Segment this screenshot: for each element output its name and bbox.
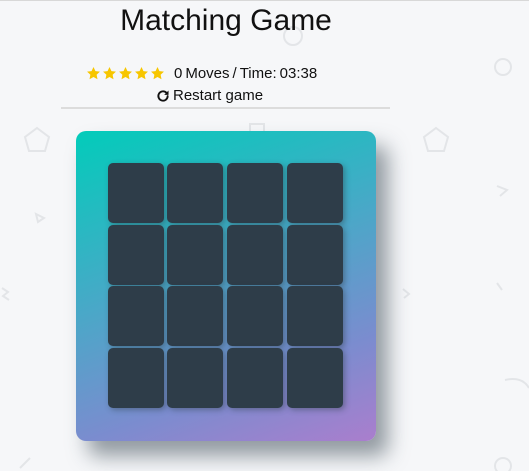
timer-value: 03:38	[279, 64, 318, 82]
star-icon	[151, 66, 164, 79]
header-divider	[61, 107, 390, 109]
card[interactable]	[287, 348, 343, 408]
star-icon	[119, 66, 132, 79]
restart-label: Restart game	[173, 87, 264, 104]
moves-count: 0	[174, 64, 183, 82]
star-icon	[135, 66, 148, 79]
card[interactable]	[287, 163, 343, 223]
card[interactable]	[227, 286, 283, 346]
star-icon	[103, 66, 116, 79]
time-label: Time:	[239, 64, 277, 82]
card[interactable]	[108, 163, 164, 223]
card[interactable]	[108, 348, 164, 408]
card[interactable]	[287, 225, 343, 285]
card[interactable]	[167, 286, 223, 346]
card[interactable]	[167, 348, 223, 408]
card[interactable]	[227, 163, 283, 223]
top-border	[0, 0, 529, 1]
card[interactable]	[167, 163, 223, 223]
star-rating	[86, 66, 165, 81]
score-separator: /	[232, 64, 237, 82]
score-panel: 0 Moves / Time: 03:38	[86, 64, 317, 82]
card[interactable]	[108, 225, 164, 285]
redo-icon	[157, 89, 169, 102]
card[interactable]	[227, 225, 283, 285]
page-title: Matching Game	[120, 4, 332, 37]
card[interactable]	[167, 225, 223, 285]
moves-label: Moves	[185, 64, 230, 82]
star-icon	[87, 66, 100, 79]
card[interactable]	[227, 348, 283, 408]
card-deck	[76, 131, 376, 441]
score-text: 0 Moves / Time: 03:38	[174, 65, 317, 82]
card[interactable]	[108, 286, 164, 346]
card[interactable]	[287, 286, 343, 346]
restart-button[interactable]: Restart game	[156, 87, 263, 104]
